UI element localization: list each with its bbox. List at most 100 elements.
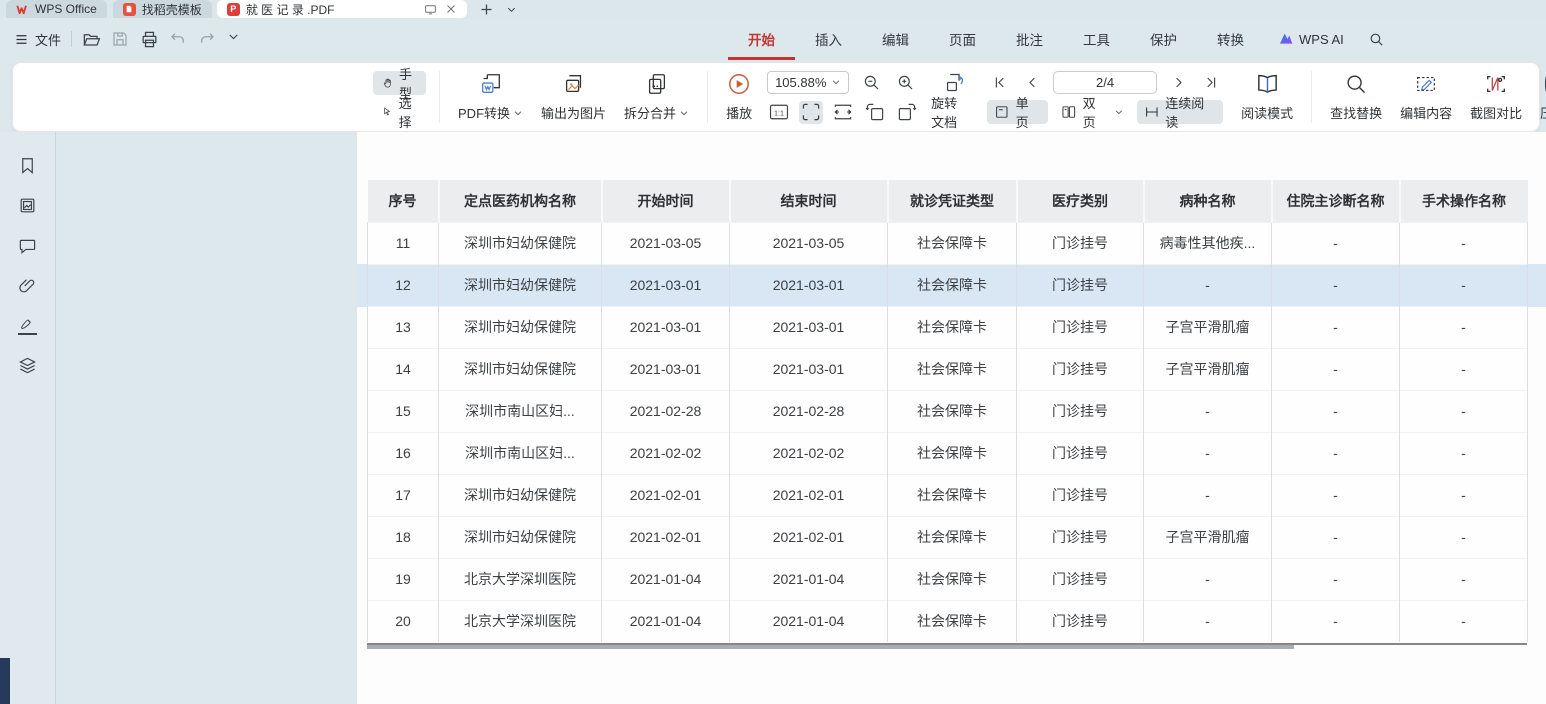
compress-button[interactable]: 压缩 (1540, 72, 1546, 122)
first-page-icon[interactable] (987, 71, 1011, 94)
previous-page-icon[interactable] (1020, 71, 1044, 94)
search-icon[interactable] (1358, 31, 1395, 48)
wps-logo-icon (16, 3, 29, 16)
print-icon[interactable] (140, 30, 159, 49)
comment-icon[interactable] (18, 236, 37, 255)
tab-docer-templates[interactable]: 找稻壳模板 (113, 0, 212, 18)
split-merge-label: 拆分合并 (624, 103, 676, 122)
tab-label: WPS Office (35, 2, 97, 16)
thumbnail-icon[interactable] (18, 196, 37, 215)
close-tab-icon[interactable] (445, 3, 457, 15)
bookmark-icon[interactable] (18, 156, 37, 175)
table-cell: 社会保障卡 (888, 390, 1017, 432)
file-menu-label: 文件 (35, 30, 61, 49)
table-cell: - (1400, 474, 1528, 516)
fit-page-icon[interactable] (799, 101, 823, 124)
actual-size-icon[interactable]: 1:1 (767, 101, 791, 124)
table-cell: 17 (368, 474, 439, 516)
tab-label: 找稻壳模板 (142, 1, 202, 18)
table-cell: 社会保障卡 (888, 558, 1017, 600)
continuous-read-label: 连续阅读 (1165, 93, 1216, 131)
file-menu-button[interactable]: 文件 (14, 30, 61, 49)
menu-protect[interactable]: 保护 (1130, 18, 1197, 60)
find-replace-button[interactable]: 查找替换 (1330, 72, 1382, 122)
divider (71, 31, 72, 47)
table-cell: 社会保障卡 (888, 516, 1017, 558)
menu-tools[interactable]: 工具 (1063, 18, 1130, 60)
rotate-pages-icon[interactable] (943, 71, 967, 94)
next-page-icon[interactable] (1166, 71, 1190, 94)
zoom-level-dropdown[interactable]: 105.88% (767, 71, 849, 94)
chevron-down-icon (679, 108, 689, 118)
hand-icon (382, 75, 393, 91)
split-merge-button[interactable]: 拆分合并 (624, 72, 689, 122)
play-button[interactable]: 播放 (726, 72, 752, 122)
menu-page[interactable]: 页面 (929, 18, 996, 60)
menu-edit[interactable]: 编辑 (862, 18, 929, 60)
screen-share-icon[interactable] (424, 3, 437, 16)
rotate-right-icon[interactable] (895, 101, 919, 124)
table-cell: 门诊挂号 (1017, 516, 1144, 558)
wps-ai-button[interactable]: WPS AI (1264, 31, 1358, 47)
table-cell: 深圳市妇幼保健院 (439, 222, 602, 264)
table-cell: - (1272, 432, 1400, 474)
export-image-button[interactable]: 输出为图片 (541, 72, 606, 122)
save-icon[interactable] (111, 30, 130, 49)
tab-label: 就 医 记 录 .PDF (246, 1, 335, 18)
table-cell: 深圳市妇幼保健院 (439, 264, 602, 306)
table-cell: 门诊挂号 (1017, 306, 1144, 348)
col-header: 就诊凭证类型 (888, 180, 1017, 222)
table-cell: - (1400, 558, 1528, 600)
edit-content-icon (1414, 72, 1438, 96)
table-cell: 2021-02-01 (602, 474, 730, 516)
undo-icon[interactable] (169, 30, 188, 49)
open-file-icon[interactable] (82, 30, 101, 49)
table-cell: - (1400, 348, 1528, 390)
layers-icon[interactable] (18, 356, 37, 375)
select-tool-button[interactable]: 选择 (373, 100, 426, 124)
pdf-convert-label: PDF转换 (458, 103, 510, 122)
screenshot-compare-icon (1484, 72, 1508, 96)
rotate-doc-label[interactable]: 旋转文档 (931, 93, 967, 131)
last-page-icon[interactable] (1199, 71, 1223, 94)
page-number-input[interactable]: 2/4 (1053, 71, 1157, 94)
menu-insert[interactable]: 插入 (795, 18, 862, 60)
table-cell: 2021-02-28 (730, 390, 888, 432)
menu-convert[interactable]: 转换 (1197, 18, 1264, 60)
menu-annotate[interactable]: 批注 (996, 18, 1063, 60)
tab-list-chevron-icon[interactable] (506, 4, 517, 15)
continuous-icon (1144, 104, 1160, 120)
table-header-row: 序号 定点医药机构名称 开始时间 结束时间 就诊凭证类型 医疗类别 病种名称 住… (368, 180, 1528, 222)
table-cell: 社会保障卡 (888, 264, 1017, 306)
pdf-convert-button[interactable]: PDF转换 (458, 72, 523, 122)
redo-icon[interactable] (198, 30, 217, 49)
zoom-in-icon[interactable] (893, 71, 917, 94)
toolbar: 手型 选择 PDF转换 输出为图片 拆分 (12, 62, 1540, 132)
continuous-read-button[interactable]: 连续阅读 (1137, 100, 1223, 124)
more-tools-chevron-icon[interactable] (227, 30, 246, 49)
attachment-icon[interactable] (18, 276, 37, 295)
col-header: 手术操作名称 (1400, 180, 1528, 222)
hand-tool-button[interactable]: 手型 (373, 71, 426, 95)
double-page-button[interactable]: 双页 (1054, 100, 1131, 124)
tab-wps-home[interactable]: WPS Office (6, 0, 107, 18)
table-cell: 2021-03-01 (602, 306, 730, 348)
table-cell: 2021-03-01 (730, 348, 888, 390)
table-cell: 社会保障卡 (888, 474, 1017, 516)
menu-home[interactable]: 开始 (728, 18, 795, 60)
read-mode-button[interactable]: 阅读模式 (1241, 72, 1293, 122)
rotate-left-icon[interactable] (863, 101, 887, 124)
screenshot-compare-button[interactable]: 截图对比 (1470, 72, 1522, 122)
single-page-button[interactable]: 单页 (987, 100, 1048, 124)
tab-document-pdf[interactable]: P 就 医 记 录 .PDF (217, 0, 467, 18)
table-cell: 2021-02-01 (730, 516, 888, 558)
edit-content-button[interactable]: 编辑内容 (1400, 72, 1452, 122)
signature-icon[interactable] (18, 316, 37, 335)
table-cell: 子宫平滑肌瘤 (1144, 348, 1272, 390)
hamburger-icon (14, 32, 29, 47)
zoom-out-icon[interactable] (859, 71, 883, 94)
new-tab-icon[interactable] (479, 2, 494, 17)
table-cell: 2021-03-01 (602, 264, 730, 306)
play-icon (727, 72, 751, 96)
fit-width-icon[interactable] (831, 101, 855, 124)
